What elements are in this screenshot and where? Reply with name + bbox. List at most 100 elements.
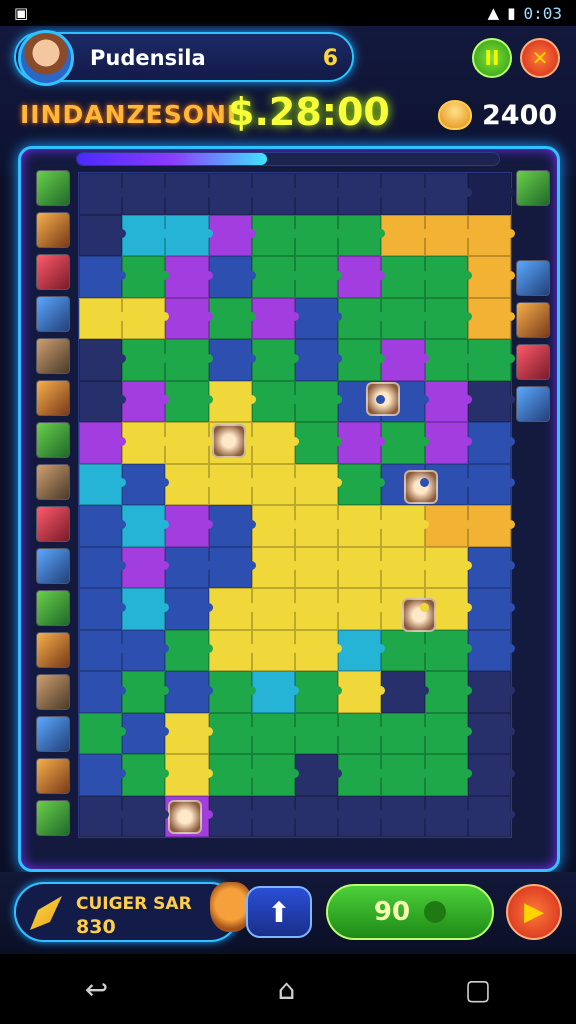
puzzle-piece-cell[interactable] [251,256,300,298]
puzzle-piece-cell[interactable] [295,588,343,630]
puzzle-piece-cell[interactable] [381,256,429,298]
piece-thumbnail[interactable] [516,344,550,380]
puzzle-piece-cell[interactable] [208,297,257,339]
puzzle-piece-cell[interactable] [338,505,386,547]
puzzle-piece-cell[interactable] [79,422,127,464]
puzzle-piece-cell[interactable] [79,629,127,671]
puzzle-piece-cell[interactable] [295,339,343,381]
puzzle-piece-cell[interactable] [208,380,257,422]
puzzle-piece-cell[interactable] [424,173,473,215]
puzzle-piece-cell[interactable] [79,256,127,298]
puzzle-piece-cell[interactable] [79,671,127,713]
puzzle-piece-cell[interactable] [467,712,516,754]
puzzle-piece-cell[interactable] [79,463,127,505]
puzzle-piece-cell[interactable] [381,546,429,588]
puzzle-piece-cell[interactable] [467,588,516,630]
puzzle-piece-cell[interactable] [424,505,473,547]
placed-character-piece[interactable] [168,800,202,834]
puzzle-piece-cell[interactable] [295,712,343,754]
puzzle-piece-cell[interactable] [251,463,300,505]
puzzle-piece-cell[interactable] [338,173,386,215]
puzzle-piece-cell[interactable] [165,339,213,381]
puzzle-piece-cell[interactable] [208,754,257,796]
puzzle-piece-cell[interactable] [467,256,516,298]
puzzle-piece-cell[interactable] [251,173,300,215]
puzzle-piece-cell[interactable] [79,214,127,256]
puzzle-piece-cell[interactable] [338,754,386,796]
puzzle-piece-cell[interactable] [295,754,343,796]
puzzle-piece-cell[interactable] [338,256,386,298]
puzzle-piece-cell[interactable] [467,671,516,713]
puzzle-piece-cell[interactable] [295,629,343,671]
puzzle-piece-cell[interactable] [424,422,473,464]
puzzle-piece-cell[interactable] [338,671,386,713]
puzzle-piece-cell[interactable] [424,671,473,713]
piece-thumbnail[interactable] [36,632,70,668]
puzzle-piece-cell[interactable] [122,214,170,256]
piece-thumbnail[interactable] [36,758,70,794]
puzzle-piece-cell[interactable] [338,214,386,256]
puzzle-piece-cell[interactable] [251,588,300,630]
puzzle-piece-cell[interactable] [467,173,516,215]
recents-icon[interactable]: ▢ [465,973,491,1006]
piece-thumbnail[interactable] [36,506,70,542]
puzzle-piece-cell[interactable] [424,256,473,298]
puzzle-piece-cell[interactable] [251,629,300,671]
puzzle-piece-cell[interactable] [251,297,300,339]
puzzle-piece-cell[interactable] [122,173,170,215]
piece-thumbnail[interactable] [36,674,70,710]
puzzle-piece-cell[interactable] [208,671,257,713]
puzzle-piece-cell[interactable] [381,422,429,464]
puzzle-piece-cell[interactable] [295,795,343,837]
puzzle-piece-cell[interactable] [165,422,213,464]
puzzle-piece-cell[interactable] [165,380,213,422]
puzzle-piece-cell[interactable] [338,463,386,505]
puzzle-piece-cell[interactable] [424,380,473,422]
piece-thumbnail[interactable] [516,302,550,338]
puzzle-piece-cell[interactable] [251,505,300,547]
home-icon[interactable]: ⌂ [278,973,296,1006]
puzzle-piece-cell[interactable] [467,629,516,671]
puzzle-piece-cell[interactable] [295,297,343,339]
puzzle-piece-cell[interactable] [122,629,170,671]
puzzle-piece-cell[interactable] [122,505,170,547]
puzzle-piece-cell[interactable] [122,256,170,298]
puzzle-piece-cell[interactable] [79,795,127,837]
piece-thumbnail[interactable] [36,296,70,332]
puzzle-piece-cell[interactable] [79,712,127,754]
puzzle-piece-cell[interactable] [424,712,473,754]
puzzle-piece-cell[interactable] [381,754,429,796]
puzzle-piece-cell[interactable] [165,463,213,505]
puzzle-piece-cell[interactable] [295,422,343,464]
puzzle-piece-cell[interactable] [251,422,300,464]
placed-character-piece[interactable] [404,470,438,504]
puzzle-piece-cell[interactable] [381,795,429,837]
puzzle-grid[interactable] [78,172,516,838]
puzzle-piece-cell[interactable] [467,422,516,464]
pause-button[interactable]: II [472,38,512,78]
puzzle-piece-cell[interactable] [467,380,516,422]
puzzle-piece-cell[interactable] [165,173,213,215]
piece-thumbnail[interactable] [36,800,70,836]
piece-thumbnail[interactable] [36,422,70,458]
piece-thumbnail[interactable] [36,212,70,248]
puzzle-piece-cell[interactable] [467,463,516,505]
puzzle-piece-cell[interactable] [338,339,386,381]
puzzle-piece-cell[interactable] [165,754,213,796]
puzzle-piece-cell[interactable] [467,339,516,381]
puzzle-piece-cell[interactable] [295,173,343,215]
puzzle-piece-cell[interactable] [208,588,257,630]
puzzle-piece-cell[interactable] [251,754,300,796]
piece-thumbnail[interactable] [36,590,70,626]
piece-thumbnail[interactable] [36,170,70,206]
puzzle-piece-cell[interactable] [381,629,429,671]
puzzle-piece-cell[interactable] [295,505,343,547]
puzzle-piece-cell[interactable] [79,297,127,339]
puzzle-piece-cell[interactable] [251,380,300,422]
puzzle-piece-cell[interactable] [165,671,213,713]
piece-thumbnail[interactable] [516,386,550,422]
puzzle-piece-cell[interactable] [467,546,516,588]
puzzle-piece-cell[interactable] [165,546,213,588]
puzzle-piece-cell[interactable] [165,629,213,671]
piece-thumbnail[interactable] [36,380,70,416]
